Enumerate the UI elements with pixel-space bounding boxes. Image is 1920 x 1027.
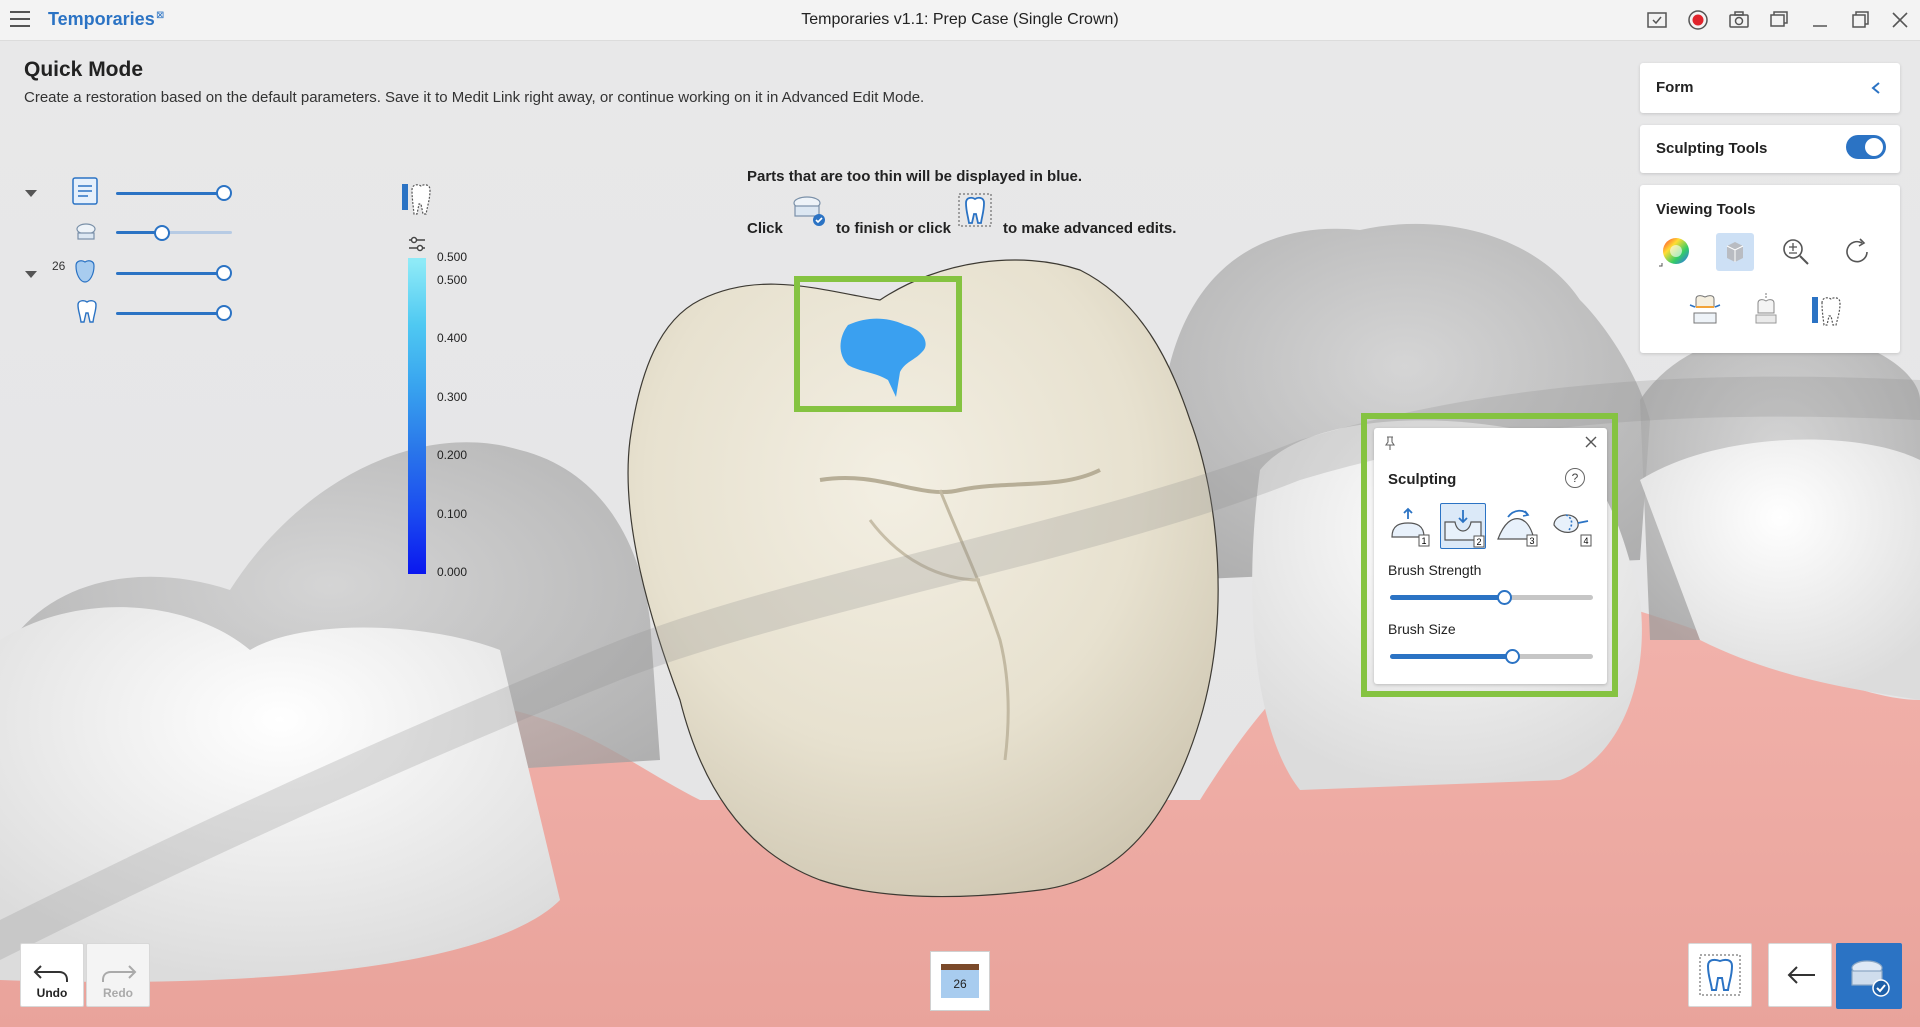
legend-label: 0.300	[437, 390, 468, 404]
legend-label: 0.400	[437, 331, 468, 345]
collapse-tooth-group-icon[interactable]	[25, 271, 37, 278]
redo-label: Redo	[103, 986, 133, 1000]
close-icon[interactable]	[1583, 434, 1599, 450]
legend-label: 0.000	[437, 565, 468, 579]
hamburger-menu-icon[interactable]	[10, 11, 30, 29]
brush-strength-slider[interactable]	[1390, 590, 1593, 605]
help-icon[interactable]: ?	[1565, 468, 1585, 488]
smooth-icon[interactable]: 3	[1494, 503, 1540, 549]
sculpting-tools-panel: Sculpting Tools	[1640, 125, 1900, 173]
rotate-icon[interactable]	[1838, 233, 1876, 271]
thickness-map-icon[interactable]	[400, 180, 434, 218]
window-title: Temporaries v1.1: Prep Case (Single Crow…	[801, 11, 1119, 28]
legend-label: 0.500	[437, 250, 468, 264]
design-layer-icon[interactable]	[70, 176, 100, 206]
advanced-edit-icon	[955, 190, 995, 230]
app-logo-mark: ⊠	[156, 10, 165, 21]
prep-layer-slider-knob[interactable]	[154, 225, 170, 241]
back-button[interactable]	[1768, 943, 1832, 1007]
tooth-number: 26	[52, 259, 66, 273]
redo-button[interactable]: Redo	[86, 943, 150, 1007]
form-panel[interactable]: Form	[1640, 63, 1900, 113]
3d-viewport[interactable]	[0, 40, 1920, 1027]
color-wheel-icon[interactable]	[1656, 233, 1694, 271]
camera-icon[interactable]	[1727, 8, 1751, 32]
hint-advanced-text: to make advanced edits.	[1003, 220, 1177, 237]
finish-crown-icon	[790, 193, 828, 229]
tooth-26-tab[interactable]: 26	[930, 951, 990, 1011]
crown-layer-icon[interactable]	[70, 256, 100, 286]
tooth-tab-number: 26	[953, 977, 967, 991]
finish-button[interactable]	[1836, 943, 1902, 1009]
add-material-icon[interactable]: 1	[1386, 503, 1432, 549]
pin-icon[interactable]	[1384, 436, 1396, 450]
collapse-design-group-icon[interactable]	[25, 190, 37, 197]
minimize-icon[interactable]	[1808, 8, 1832, 32]
tooth-layer-slider-knob[interactable]	[216, 305, 232, 321]
prep-layer-slider-rest	[162, 231, 232, 234]
record-icon[interactable]	[1686, 8, 1710, 32]
brush-strength-knob[interactable]	[1497, 590, 1512, 605]
svg-text:3: 3	[1529, 536, 1534, 546]
maximize-icon[interactable]	[1848, 8, 1872, 32]
solid-view-icon[interactable]	[1716, 233, 1754, 271]
design-layer-slider[interactable]	[116, 192, 224, 195]
zoom-icon[interactable]	[1777, 233, 1815, 271]
brush-size-label: Brush Size	[1388, 621, 1456, 637]
sculpting-title: Sculpting	[1388, 471, 1457, 488]
sculpting-panel[interactable]: Sculpting ? 1 2 3 4 Brush Strength Brush…	[1374, 428, 1607, 684]
crown-layer-slider-knob[interactable]	[216, 265, 232, 281]
form-label: Form	[1656, 79, 1694, 96]
brush-size-slider[interactable]	[1390, 649, 1593, 664]
close-icon[interactable]	[1888, 8, 1912, 32]
design-layer-slider-knob[interactable]	[216, 185, 232, 201]
legend-label: 0.500	[437, 273, 468, 287]
legend-label: 0.100	[437, 507, 468, 521]
prep-view-icon[interactable]	[1747, 291, 1785, 329]
title-bar: Temporaries ⊠ Temporaries v1.1: Prep Cas…	[0, 0, 1920, 41]
crown-layer-slider[interactable]	[116, 272, 224, 275]
advanced-edit-button[interactable]	[1688, 943, 1752, 1007]
undo-button[interactable]: Undo	[20, 943, 84, 1007]
brush-strength-fill	[1390, 595, 1504, 600]
thin-parts-hint: Parts that are too thin will be displaye…	[747, 168, 1083, 185]
brush-size-fill	[1390, 654, 1512, 659]
screen-capture-icon[interactable]	[1645, 8, 1669, 32]
window-layout-icon[interactable]	[1767, 8, 1791, 32]
svg-text:1: 1	[1421, 536, 1426, 546]
app-name: Temporaries	[48, 9, 155, 29]
svg-text:4: 4	[1583, 536, 1588, 546]
sculpting-tools-label: Sculpting Tools	[1656, 140, 1768, 157]
legend-settings-icon[interactable]	[406, 233, 428, 255]
thickness-legend-bar	[408, 262, 426, 574]
viewing-tools-label: Viewing Tools	[1656, 201, 1756, 218]
thickness-view-icon[interactable]	[1808, 291, 1846, 329]
brush-size-knob[interactable]	[1505, 649, 1520, 664]
morph-icon[interactable]: 4	[1548, 503, 1594, 549]
svg-text:2: 2	[1476, 537, 1481, 547]
occlusion-view-icon[interactable]	[1686, 291, 1724, 329]
tooth-layer-slider[interactable]	[116, 312, 224, 315]
tooth-tab-icon: 26	[941, 964, 979, 998]
remove-material-icon[interactable]: 2	[1440, 503, 1486, 549]
legend-label: 0.200	[437, 448, 468, 462]
viewing-tools-panel: Viewing Tools	[1640, 185, 1900, 353]
brush-strength-label: Brush Strength	[1388, 562, 1482, 578]
mode-description: Create a restoration based on the defaul…	[24, 89, 925, 106]
hint-finish-text: to finish or click	[836, 220, 952, 237]
sculpting-tools-toggle[interactable]	[1846, 135, 1886, 159]
tooth-layer-icon[interactable]	[74, 298, 100, 324]
hint-click-text: Click	[747, 220, 783, 237]
undo-label: Undo	[36, 986, 68, 1000]
dental-model	[0, 223, 1920, 1027]
prep-layer-icon[interactable]	[74, 220, 98, 244]
mode-title: Quick Mode	[24, 58, 144, 81]
thin-area-highlight	[794, 276, 962, 412]
chevron-left-icon[interactable]	[1870, 81, 1882, 95]
